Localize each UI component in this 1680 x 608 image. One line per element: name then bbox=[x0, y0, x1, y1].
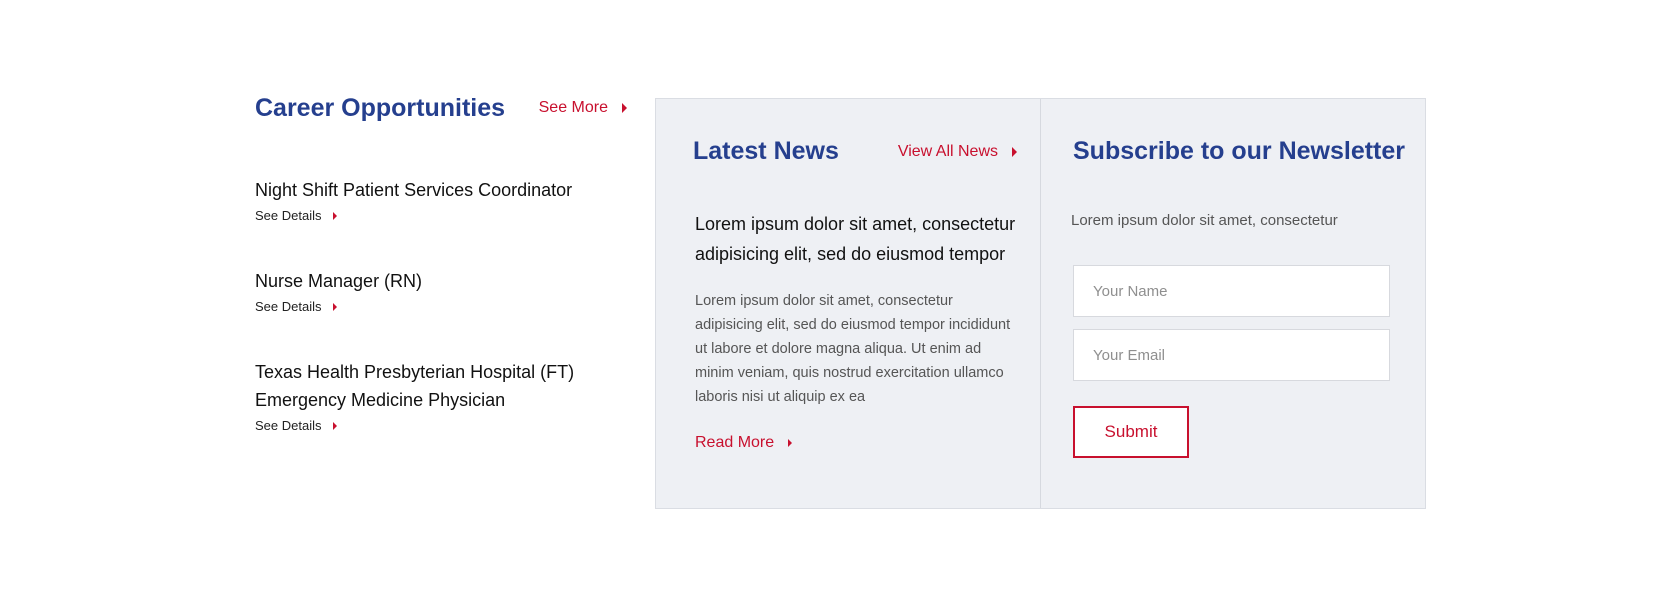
see-details-link[interactable]: See Details bbox=[255, 208, 627, 223]
see-details-label: See Details bbox=[255, 208, 322, 223]
caret-right-icon bbox=[1012, 146, 1017, 157]
career-opportunities-section: Career Opportunities See More Night Shif… bbox=[255, 92, 627, 433]
newsletter-description: Lorem ipsum dolor sit amet, consectetur bbox=[1071, 212, 1338, 229]
caret-right-icon bbox=[622, 103, 627, 113]
newsletter-section: Subscribe to our Newsletter Lorem ipsum … bbox=[1041, 99, 1425, 508]
job-item: Texas Health Presbyterian Hospital (FT) … bbox=[255, 358, 585, 433]
see-more-label: See More bbox=[538, 99, 608, 116]
job-item: Nurse Manager (RN) See Details bbox=[255, 267, 627, 314]
job-item: Night Shift Patient Services Coordinator… bbox=[255, 176, 627, 223]
news-headline[interactable]: Lorem ipsum dolor sit amet, consectetur … bbox=[695, 209, 1025, 269]
job-title[interactable]: Nurse Manager (RN) bbox=[255, 267, 627, 295]
read-more-link[interactable]: Read More bbox=[695, 434, 793, 452]
view-all-news-link[interactable]: View All News bbox=[898, 143, 1017, 161]
see-details-link[interactable]: See Details bbox=[255, 299, 627, 314]
job-title[interactable]: Texas Health Presbyterian Hospital (FT) … bbox=[255, 358, 585, 414]
caret-right-icon bbox=[788, 439, 793, 447]
caret-right-icon bbox=[333, 421, 338, 430]
read-more-label: Read More bbox=[695, 434, 775, 451]
email-input[interactable] bbox=[1073, 329, 1390, 381]
caret-right-icon bbox=[333, 302, 338, 311]
see-details-label: See Details bbox=[255, 299, 322, 314]
see-details-link[interactable]: See Details bbox=[255, 418, 585, 433]
latest-news-section: Latest News View All News Lorem ipsum do… bbox=[656, 99, 1041, 508]
caret-right-icon bbox=[333, 211, 338, 220]
news-header: Latest News View All News bbox=[693, 137, 1017, 166]
view-all-news-label: View All News bbox=[897, 142, 998, 160]
careers-header: Career Opportunities See More bbox=[255, 92, 627, 124]
news-title: Latest News bbox=[693, 137, 839, 165]
news-newsletter-panel: Latest News View All News Lorem ipsum do… bbox=[655, 98, 1426, 509]
see-more-link[interactable]: See More bbox=[539, 99, 627, 117]
careers-title: Career Opportunities bbox=[255, 93, 506, 122]
see-details-label: See Details bbox=[255, 418, 322, 433]
submit-button[interactable]: Submit bbox=[1073, 406, 1189, 458]
news-body: Lorem ipsum dolor sit amet, consectetur … bbox=[695, 293, 1011, 405]
name-input[interactable] bbox=[1073, 265, 1390, 317]
job-title[interactable]: Night Shift Patient Services Coordinator bbox=[255, 176, 627, 204]
newsletter-title: Subscribe to our Newsletter bbox=[1073, 137, 1406, 165]
